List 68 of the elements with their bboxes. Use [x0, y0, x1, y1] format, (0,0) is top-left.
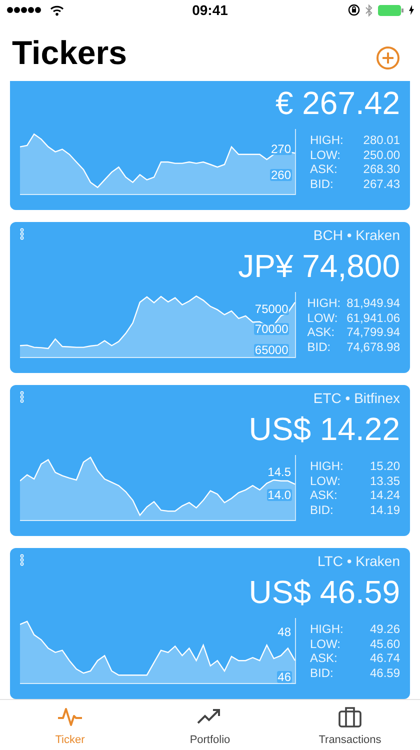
stat-label: ASK: — [310, 488, 338, 502]
stat-label: HIGH: — [310, 133, 344, 148]
stat-value: 268.30 — [362, 162, 400, 176]
stat-label: ASK: — [310, 162, 338, 176]
stat-value: 45.60 — [368, 636, 400, 651]
ticker-card[interactable]: € 267.42 270 260 HIGH: 280.01 LOW: 250.00 ASK: 268.30 BID: 267.43 — [10, 81, 410, 210]
exchange-label: ETC • Bitfinex — [313, 389, 400, 407]
ticker-card[interactable]: LTC • Kraken US$ 46.59 48 46 HIGH: 49.26 LOW: 45.60 ASK: 46.74 BID: 46.59 — [10, 548, 410, 699]
stat-label: LOW: — [310, 148, 342, 162]
stat-label: BID: — [310, 666, 334, 680]
price: US$ 14.22 — [248, 410, 400, 449]
tab[interactable]: Transactions — [280, 700, 420, 750]
axis-label: 75000 — [254, 302, 290, 314]
price: JP¥ 74,800 — [238, 247, 400, 286]
stat-label: LOW: — [310, 474, 342, 488]
exchange-label: LTC • Kraken — [318, 552, 400, 570]
stat-label: HIGH: — [310, 459, 344, 474]
stat-value: 14.24 — [368, 488, 400, 502]
status-time: 09:41 — [192, 0, 228, 20]
briefcase-icon — [338, 706, 362, 728]
wifi-icon — [50, 4, 64, 16]
stat-label: ASK: — [307, 325, 336, 340]
axis-label: 65000 — [254, 344, 290, 356]
stat-label: BID: — [307, 340, 332, 354]
stat-label: HIGH: — [310, 622, 344, 636]
stat-value: 267.43 — [362, 176, 400, 191]
more-icon[interactable] — [20, 554, 24, 566]
price: US$ 46.59 — [248, 573, 400, 612]
bluetooth-icon — [365, 4, 373, 16]
stat-label: HIGH: — [307, 296, 341, 310]
axis-label: 14.5 — [266, 466, 292, 478]
stat-label: ASK: — [310, 651, 338, 666]
stat-label: LOW: — [307, 310, 339, 325]
ticker-card[interactable]: ETC • Bitfinex US$ 14.22 14.5 14.0 HIGH: 15.20 LOW: 13.35 ASK: 14.24 BID: 14.19 — [10, 385, 410, 536]
page-title: Tickers — [12, 36, 127, 68]
stat-value: 49.26 — [368, 622, 400, 636]
axis-label: 48 — [276, 626, 292, 638]
stat-value: 46.59 — [368, 666, 400, 680]
stat-value: 15.20 — [368, 459, 400, 474]
more-icon[interactable] — [20, 228, 24, 240]
tab[interactable]: Portfolio — [140, 700, 280, 750]
axis-label: 14.0 — [266, 489, 292, 502]
stat-value: 280.01 — [362, 133, 400, 148]
tab[interactable]: Ticker — [0, 700, 140, 750]
stat-value: 14.19 — [368, 502, 400, 517]
exchange-label: BCH • Kraken — [313, 226, 400, 244]
stat-value: 250.00 — [362, 148, 400, 162]
stat-value: 74,678.98 — [346, 340, 400, 354]
stat-value: 61,941.06 — [346, 310, 400, 325]
stat-label: BID: — [310, 176, 334, 191]
axis-label: 70000 — [254, 323, 290, 336]
pulse-icon — [57, 706, 83, 728]
stat-value: 81,949.94 — [346, 296, 400, 310]
rotation-lock-icon — [348, 4, 360, 16]
stat-value: 46.74 — [368, 651, 400, 666]
stat-value: 13.35 — [368, 474, 400, 488]
stat-label: LOW: — [310, 636, 342, 651]
ticker-card[interactable]: BCH • Kraken JP¥ 74,800 75000 70000 65000 HIGH: 81,949.94 LOW: 61,941.06 ASK: 74,799.94 BID: 74,678.98 — [10, 222, 410, 373]
add-icon[interactable] — [376, 46, 400, 70]
stat-label: BID: — [310, 502, 334, 517]
price: € 267.42 — [275, 84, 400, 123]
axis-label: 46 — [276, 671, 292, 684]
axis-label: 260 — [270, 168, 292, 181]
more-icon[interactable] — [20, 391, 24, 403]
battery-icon — [378, 4, 404, 16]
axis-label: 270 — [270, 143, 292, 156]
charging-icon — [409, 5, 414, 15]
stat-value: 74,799.94 — [346, 325, 400, 340]
